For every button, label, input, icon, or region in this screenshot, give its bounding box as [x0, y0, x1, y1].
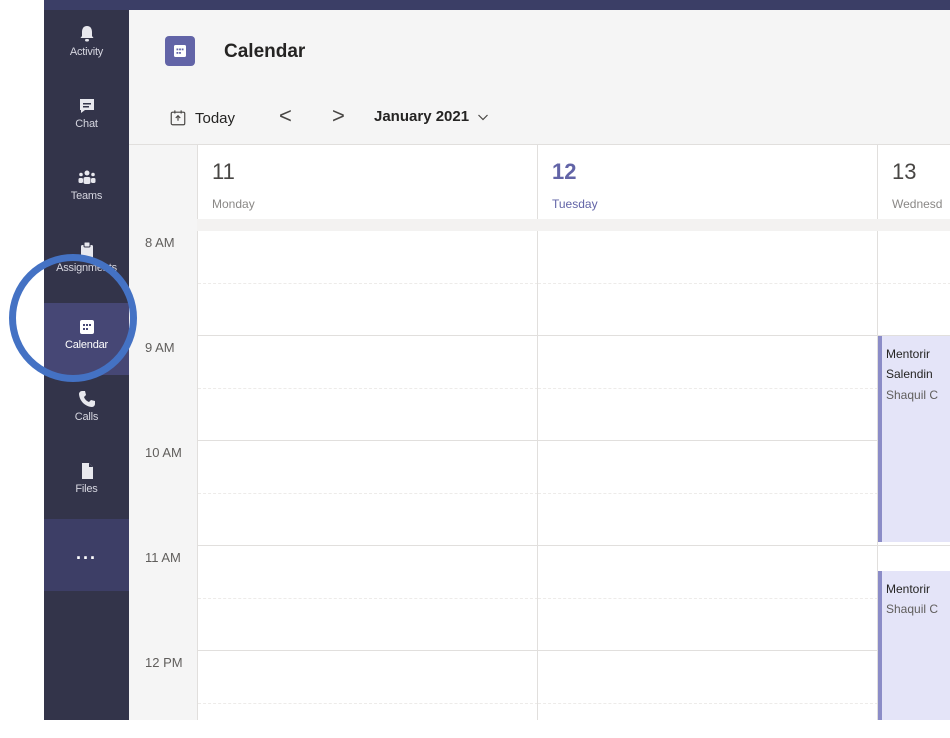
left-margin: [0, 0, 44, 738]
month-label: January 2021: [374, 108, 470, 125]
day-name: Monday: [212, 197, 255, 211]
calendar-app-icon: [165, 36, 195, 66]
day-name: Tuesday: [552, 197, 598, 211]
phone-icon: [78, 391, 95, 407]
rail-item-chat[interactable]: Chat: [44, 82, 129, 154]
day-name: Wednesd: [892, 197, 943, 211]
previous-week-button[interactable]: <: [279, 104, 292, 128]
bottom-margin: [44, 720, 950, 738]
month-picker[interactable]: January 2021: [374, 108, 489, 125]
rail-label: Teams: [70, 190, 103, 202]
calendar-event[interactable]: Mentorir Salendin Shaquil C: [878, 336, 950, 542]
day-header-wednesday[interactable]: 13 Wednesd: [877, 145, 950, 219]
calendar-week-grid: 11 Monday 12 Tuesday 13 Wednesd 8 AM 9 A…: [129, 145, 950, 720]
rail-item-calls[interactable]: Calls: [44, 375, 129, 447]
time-label: 8 AM: [145, 235, 175, 250]
time-label: 12 PM: [145, 655, 183, 670]
calendar-icon: [79, 320, 94, 334]
time-column: 8 AM 9 AM 10 AM 11 AM 12 PM: [129, 231, 197, 720]
event-location: Salendin: [886, 367, 933, 381]
day-column-tuesday[interactable]: [537, 231, 878, 720]
rail-label: Calendar: [64, 339, 109, 351]
time-label: 11 AM: [145, 550, 181, 565]
day-header-monday[interactable]: 11 Monday: [197, 145, 538, 219]
bell-icon: [80, 26, 93, 42]
day-column-wednesday[interactable]: Mentorir Salendin Shaquil C Mentorir Sha…: [877, 231, 950, 720]
calendar-icon: [174, 45, 186, 57]
rail-item-assignments[interactable]: Assignments: [44, 226, 129, 298]
event-organizer: Shaquil C: [886, 388, 939, 402]
day-number: 11: [212, 159, 235, 184]
event-title: Mentorir: [886, 582, 931, 596]
calendar-toolbar: Today < > January 2021: [129, 90, 950, 145]
calendar-event[interactable]: Mentorir Shaquil C: [878, 571, 950, 720]
day-number: 13: [892, 159, 917, 184]
day-number: 12: [552, 159, 577, 184]
rail-item-calendar[interactable]: Calendar: [44, 303, 129, 375]
chat-icon: [79, 99, 94, 113]
time-label: 9 AM: [145, 340, 175, 355]
title-bar: [44, 0, 950, 10]
rail-item-files[interactable]: Files: [44, 447, 129, 519]
event-title: Mentorir: [886, 347, 931, 361]
next-week-button[interactable]: >: [332, 104, 345, 128]
rail-more-button[interactable]: ...: [44, 519, 129, 591]
page-title: Calendar: [224, 41, 306, 62]
event-organizer: Shaquil C: [886, 602, 939, 616]
rail-label: Calls: [74, 411, 99, 423]
rail-label: Activity: [69, 46, 104, 58]
rail-item-activity[interactable]: Activity: [44, 10, 129, 82]
file-icon: [81, 463, 93, 479]
time-label: 10 AM: [145, 445, 182, 460]
rail-label: Chat: [75, 118, 98, 130]
teams-icon: [78, 170, 95, 184]
chevron-down-icon: [478, 114, 489, 120]
app-header: Calendar: [129, 10, 950, 91]
more-icon: ...: [75, 543, 97, 563]
tentative-stripe: [878, 571, 882, 720]
rail-item-teams[interactable]: Teams: [44, 154, 129, 226]
rail-label: Files: [75, 483, 98, 495]
today-label: Today: [195, 109, 236, 127]
tentative-stripe: [878, 336, 882, 542]
today-button[interactable]: Today: [169, 107, 235, 129]
app-rail: Activity Chat Teams Assignments Calendar…: [44, 10, 129, 720]
day-header-tuesday[interactable]: 12 Tuesday: [537, 145, 878, 219]
assignments-icon: [80, 241, 93, 258]
calendar-today-icon: [170, 110, 186, 126]
day-column-monday[interactable]: [197, 231, 538, 720]
rail-label: Assignments: [56, 262, 117, 274]
